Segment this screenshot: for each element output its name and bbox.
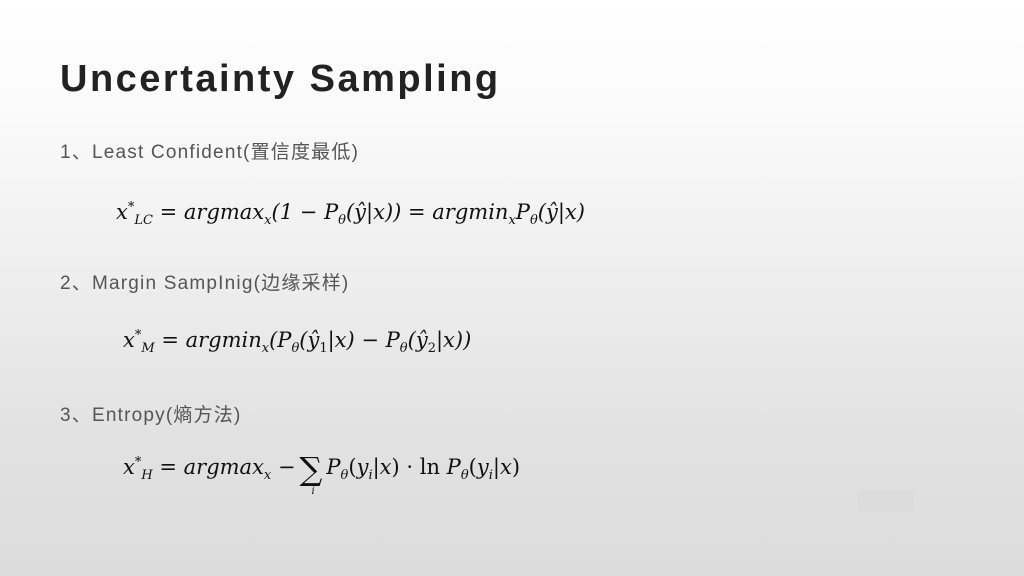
method-label-least-confident: 1、Least Confident(置信度最低) [60,142,360,163]
formula-margin-sampling: x*M = argminx(Pθ(ŷ1|x) − Pθ(ŷ2|x)) [123,328,472,357]
formula-least-confident: x*LC = argmaxx(1 − Pθ(ŷ|x)) = argminxPθ(… [116,200,585,229]
watermark [858,490,914,512]
method-label-margin-sampling: 2、Margin SampInig(边缘采样) [60,273,350,294]
summation-symbol: ∑ i [299,450,323,497]
method-label-entropy: 3、Entropy(熵方法) [60,405,242,426]
formula-entropy: x*H = argmaxx − ∑ i Pθ(yi|x) · ln Pθ(yi|x) [123,450,521,497]
slide-title: Uncertainty Sampling [60,58,501,100]
